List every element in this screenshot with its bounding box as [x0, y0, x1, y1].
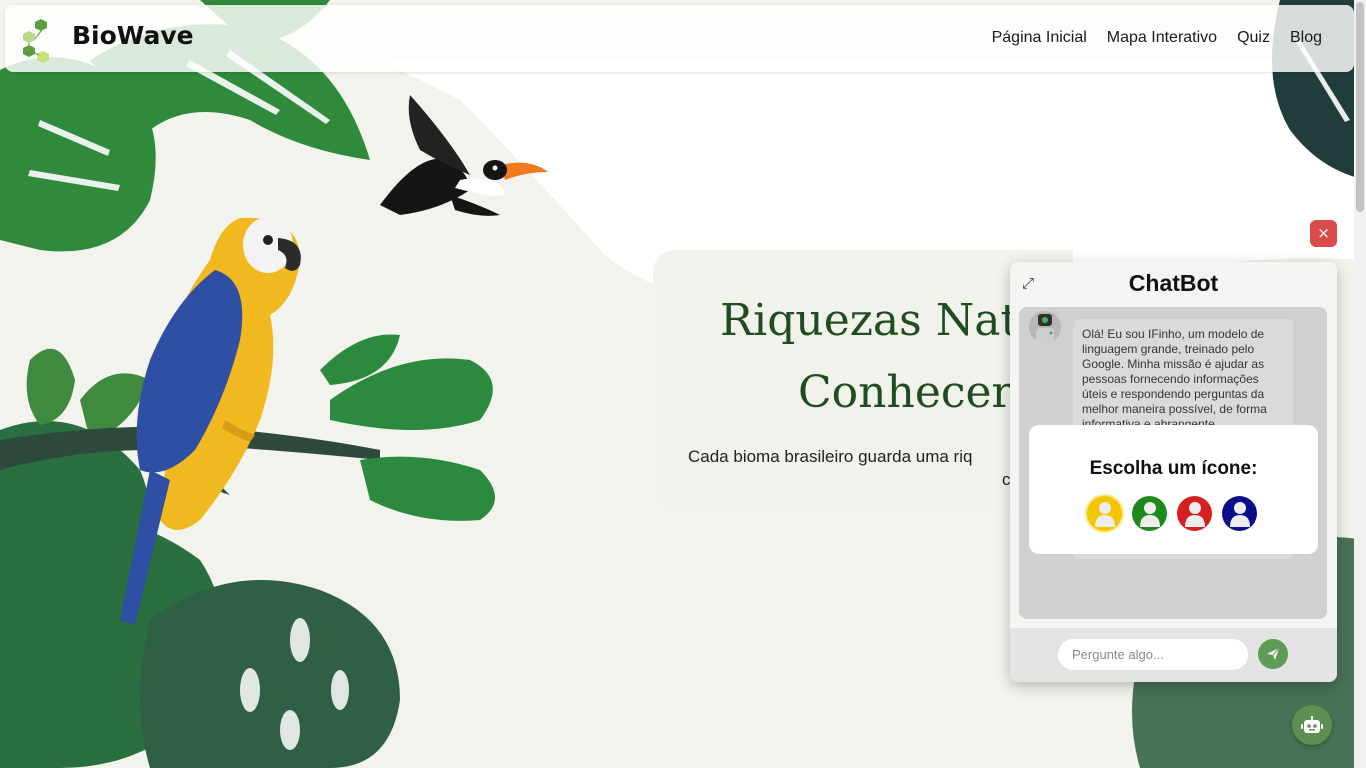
send-icon: [1267, 647, 1280, 660]
parrot-illustration: [120, 217, 301, 625]
user-icon: [1184, 501, 1205, 527]
user-icon-option-yellow[interactable]: [1087, 496, 1122, 531]
nav-link-quiz[interactable]: Quiz: [1237, 29, 1270, 47]
user-icon: [1094, 501, 1115, 527]
close-icon: ×: [1317, 224, 1330, 242]
robot-icon: [1301, 716, 1323, 733]
chatbot-toggle-button[interactable]: [1292, 705, 1332, 745]
chat-close-button[interactable]: ×: [1310, 220, 1337, 247]
nav-link-blog[interactable]: Blog: [1290, 29, 1322, 47]
chat-footer: [1010, 628, 1337, 682]
site-header: BioWave Página Inicial Mapa Interativo Q…: [5, 5, 1354, 72]
page-scrollbar[interactable]: [1354, 0, 1366, 768]
icon-picker-title: Escolha um ícone:: [1089, 458, 1258, 479]
scrollbar-thumb[interactable]: [1356, 2, 1364, 212]
user-icon: [1229, 501, 1250, 527]
user-icon: [1139, 501, 1160, 527]
icon-picker-dialog: Escolha um ícone:: [1029, 425, 1318, 554]
user-icon-option-blue[interactable]: [1222, 496, 1257, 531]
user-icon-option-red[interactable]: [1177, 496, 1212, 531]
user-icon-option-green[interactable]: [1132, 496, 1167, 531]
nav-link-interactive-map[interactable]: Mapa Interativo: [1107, 29, 1217, 47]
chat-title: ChatBot: [1128, 270, 1219, 296]
brand-name[interactable]: BioWave: [72, 21, 194, 50]
leaf-logo-icon[interactable]: [21, 17, 55, 63]
toucan-illustration: [380, 95, 548, 216]
send-button[interactable]: [1258, 639, 1288, 669]
chat-input[interactable]: [1058, 639, 1248, 670]
icon-options: [1087, 496, 1257, 531]
chatbot-panel: ⤢ ChatBot Olá! Eu sou IFinho, um modelo …: [1010, 262, 1337, 682]
nav-link-home[interactable]: Página Inicial: [992, 29, 1087, 47]
main-nav: Página Inicial Mapa Interativo Quiz Blog: [992, 29, 1322, 47]
